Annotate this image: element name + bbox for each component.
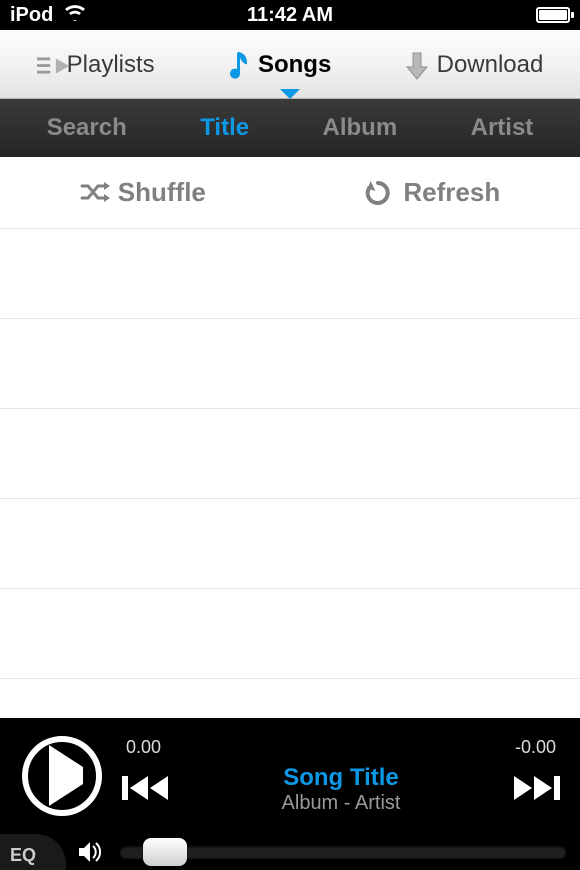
list-item[interactable] <box>0 319 580 409</box>
play-button[interactable] <box>22 736 102 816</box>
next-track-button[interactable] <box>512 772 560 806</box>
sort-artist[interactable]: Artist <box>471 114 534 142</box>
battery-icon <box>536 7 570 23</box>
eq-button[interactable]: EQ <box>0 834 66 870</box>
playlists-icon <box>37 55 59 75</box>
songs-tab[interactable]: Songs <box>228 51 331 79</box>
wifi-icon <box>63 3 87 27</box>
sort-album[interactable]: Album <box>323 114 398 142</box>
active-tab-caret-icon <box>280 89 300 99</box>
status-bar: iPod 11:42 AM <box>0 0 580 30</box>
list-item[interactable] <box>0 409 580 499</box>
sort-search[interactable]: Search <box>47 114 127 142</box>
list-actions: Shuffle Refresh <box>0 157 580 229</box>
shuffle-label: Shuffle <box>118 177 206 208</box>
list-item[interactable] <box>0 499 580 589</box>
now-playing-bar: 0.00 -0.00 Song Title Album - Artist EQ <box>0 718 580 870</box>
list-item[interactable] <box>0 229 580 319</box>
shuffle-icon <box>80 180 108 206</box>
time-elapsed: 0.00 <box>126 737 161 758</box>
download-arrow-icon <box>405 51 429 79</box>
volume-slider[interactable] <box>120 846 566 858</box>
previous-track-button[interactable] <box>122 772 170 806</box>
sort-title[interactable]: Title <box>200 114 249 142</box>
song-title: Song Title <box>282 764 401 792</box>
volume-icon <box>78 841 104 863</box>
playlists-label: Playlists <box>67 51 155 79</box>
sort-bar: Search Title Album Artist <box>0 99 580 157</box>
list-item[interactable] <box>0 679 580 718</box>
device-label: iPod <box>10 4 53 27</box>
refresh-icon <box>365 180 393 206</box>
track-meta[interactable]: Song Title Album - Artist <box>282 764 401 815</box>
time-remaining: -0.00 <box>515 737 556 758</box>
refresh-button[interactable]: Refresh <box>365 177 500 208</box>
download-tab[interactable]: Download <box>405 51 544 79</box>
songs-label: Songs <box>258 51 331 79</box>
volume-thumb[interactable] <box>143 838 187 866</box>
music-note-icon <box>228 51 250 79</box>
shuffle-button[interactable]: Shuffle <box>80 177 206 208</box>
list-item[interactable] <box>0 589 580 679</box>
song-list[interactable] <box>0 229 580 718</box>
download-label: Download <box>437 51 544 79</box>
album-artist: Album - Artist <box>282 792 401 815</box>
play-icon <box>41 767 83 785</box>
refresh-label: Refresh <box>403 177 500 208</box>
view-toolbar: Playlists Songs Download <box>0 30 580 99</box>
playlists-tab[interactable]: Playlists <box>37 51 155 79</box>
